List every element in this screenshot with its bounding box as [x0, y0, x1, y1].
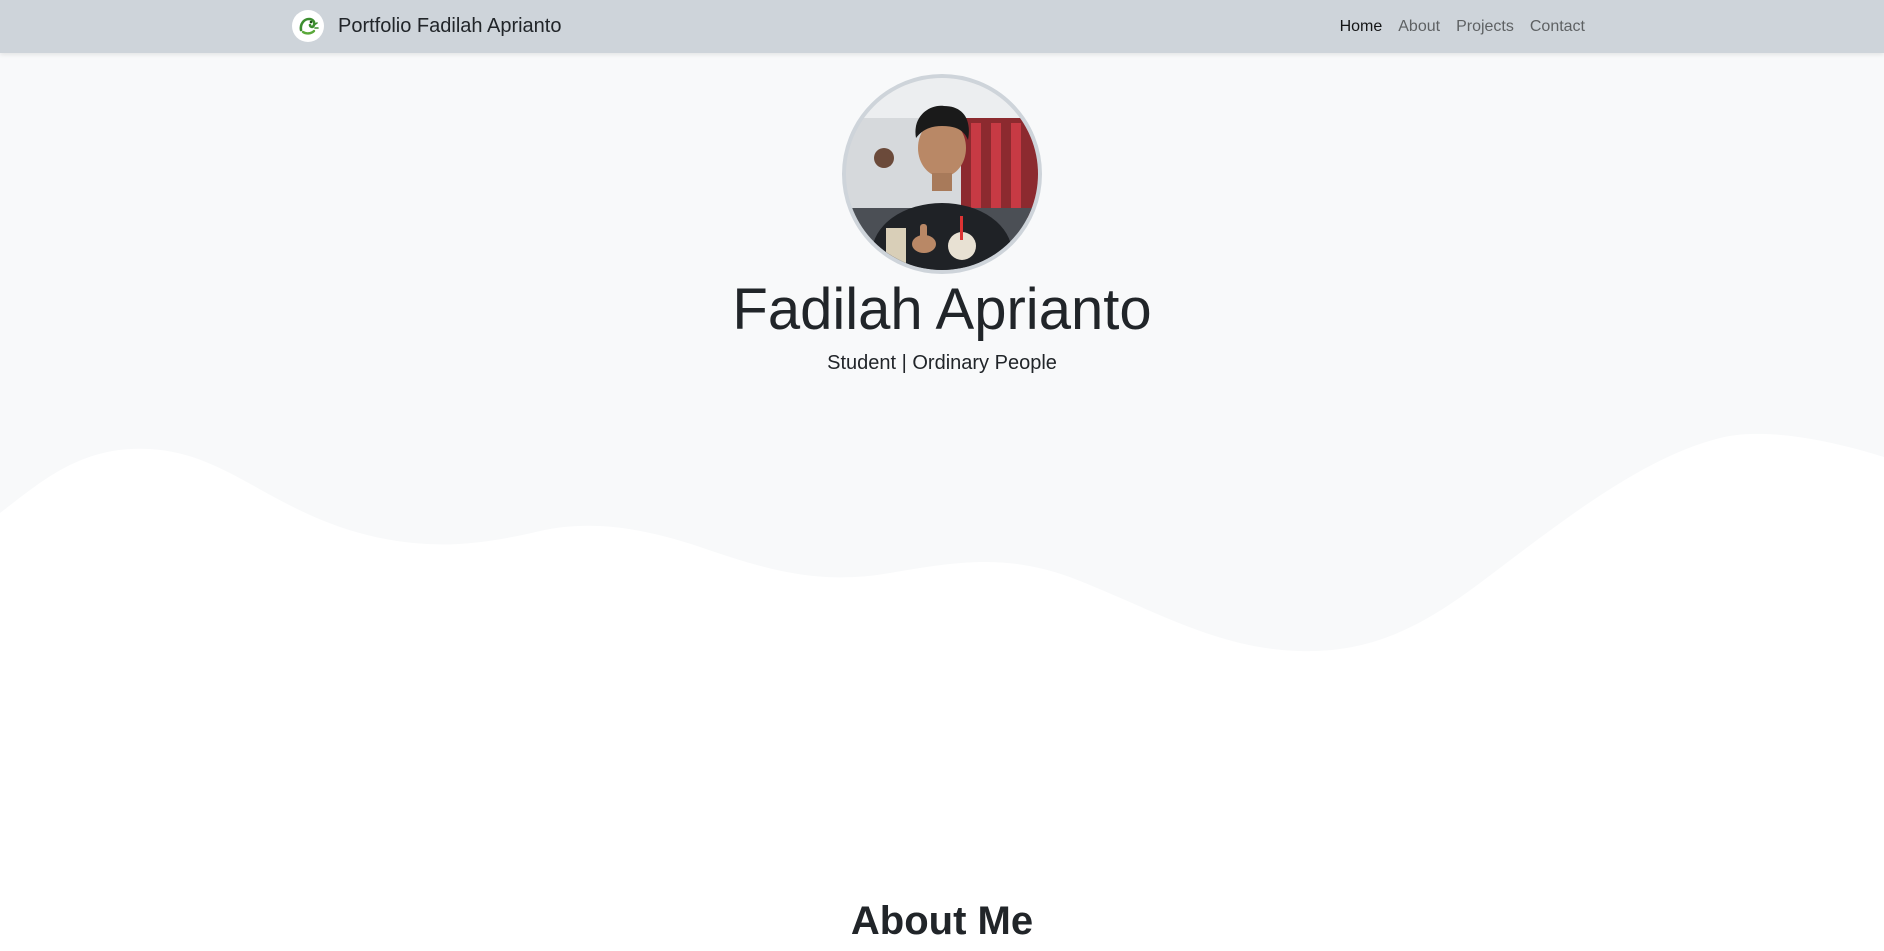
brand-title: Portfolio Fadilah Aprianto	[338, 14, 562, 37]
dragon-logo-icon	[292, 10, 324, 42]
nav-links: Home About Projects Contact	[1324, 0, 1585, 53]
hero-tagline: Student | Ordinary People	[827, 352, 1057, 374]
hero-name: Fadilah Aprianto	[732, 277, 1152, 342]
nav-contact[interactable]: Contact	[1530, 18, 1585, 36]
hero-section: Fadilah Aprianto Student | Ordinary Peop…	[0, 53, 1884, 943]
navbar: Portfolio Fadilah Aprianto Home About Pr…	[0, 0, 1884, 53]
profile-photo	[842, 74, 1042, 274]
nav-home[interactable]: Home	[1340, 18, 1383, 36]
nav-projects[interactable]: Projects	[1456, 18, 1514, 36]
brand-link[interactable]: Portfolio Fadilah Aprianto	[292, 9, 561, 43]
about-heading: About Me	[850, 899, 1034, 943]
nav-about[interactable]: About	[1398, 18, 1440, 36]
